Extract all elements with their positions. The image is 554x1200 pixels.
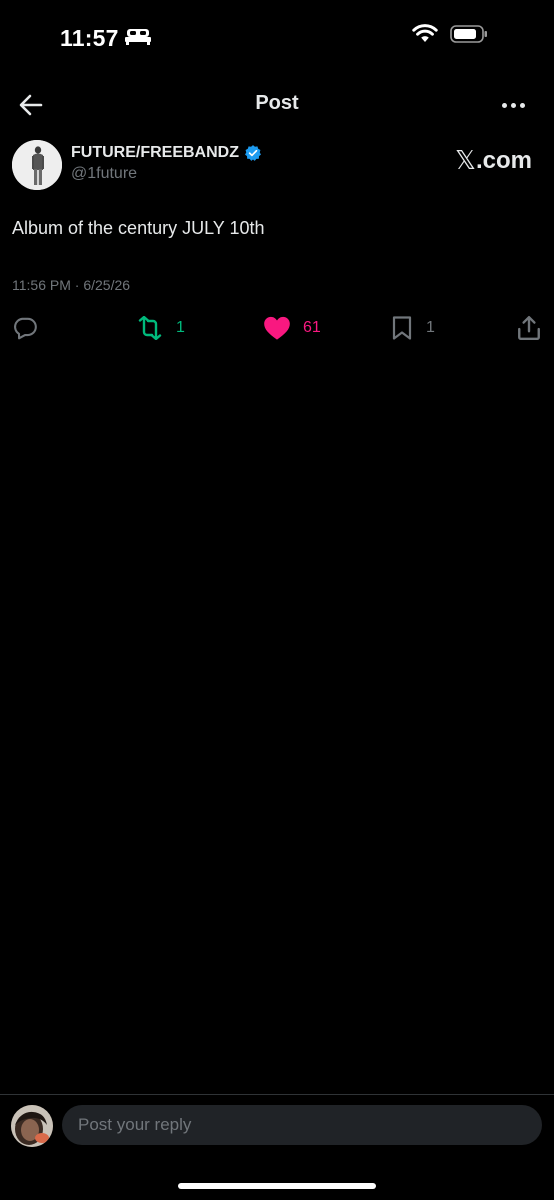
wifi-icon [412, 24, 438, 49]
nav-bar: Post [0, 80, 554, 130]
repost-icon [138, 316, 162, 340]
repost-button[interactable]: 1 [136, 310, 185, 346]
repost-count: 1 [176, 319, 185, 336]
author-avatar[interactable] [12, 140, 62, 190]
more-options-button[interactable] [496, 90, 530, 120]
user-avatar-photo-icon [11, 1105, 53, 1147]
battery-icon [450, 24, 488, 49]
share-icon [518, 315, 540, 341]
share-button[interactable] [516, 310, 542, 346]
author-name-row: FUTURE/FREEBANDZ [71, 144, 262, 162]
x-logo: 𝕏 [455, 146, 476, 176]
bookmark-icon [392, 316, 412, 340]
author-name[interactable]: FUTURE/FREEBANDZ [71, 144, 239, 162]
bookmark-button[interactable]: 1 [390, 310, 435, 346]
post-author: FUTURE/FREEBANDZ @1future 𝕏 .com [12, 140, 542, 192]
like-count: 61 [303, 319, 321, 336]
reply-bar [0, 1104, 554, 1148]
home-indicator[interactable] [178, 1183, 376, 1189]
reply-icon [14, 317, 37, 340]
avatar-figure-icon [12, 140, 62, 190]
reply-divider [0, 1094, 554, 1095]
user-avatar[interactable] [11, 1105, 53, 1147]
x-com-domain: .com [475, 147, 532, 174]
post-text: Album of the century JULY 10th [12, 218, 265, 238]
status-time: 11:57 [60, 24, 119, 51]
post-actions: 1 61 1 [0, 310, 554, 346]
author-handle[interactable]: @1future [71, 165, 262, 183]
post-timestamp: 11:56 PM · 6/25/26 [12, 277, 131, 293]
x-com-watermark: 𝕏 .com [455, 146, 532, 176]
heart-icon [264, 316, 290, 340]
bed-icon [124, 27, 151, 50]
status-time-group: 11:57 [60, 22, 151, 54]
status-bar: 11:57 [0, 0, 554, 76]
status-indicators [412, 24, 488, 49]
page-title: Post [255, 92, 299, 114]
reply-button[interactable] [12, 310, 38, 346]
more-horizontal-icon [501, 102, 507, 108]
like-button[interactable]: 61 [263, 310, 321, 346]
bookmark-count: 1 [426, 319, 435, 336]
reply-input[interactable] [62, 1105, 542, 1145]
author-text: FUTURE/FREEBANDZ @1future [71, 144, 262, 183]
verified-badge-icon [245, 145, 261, 161]
